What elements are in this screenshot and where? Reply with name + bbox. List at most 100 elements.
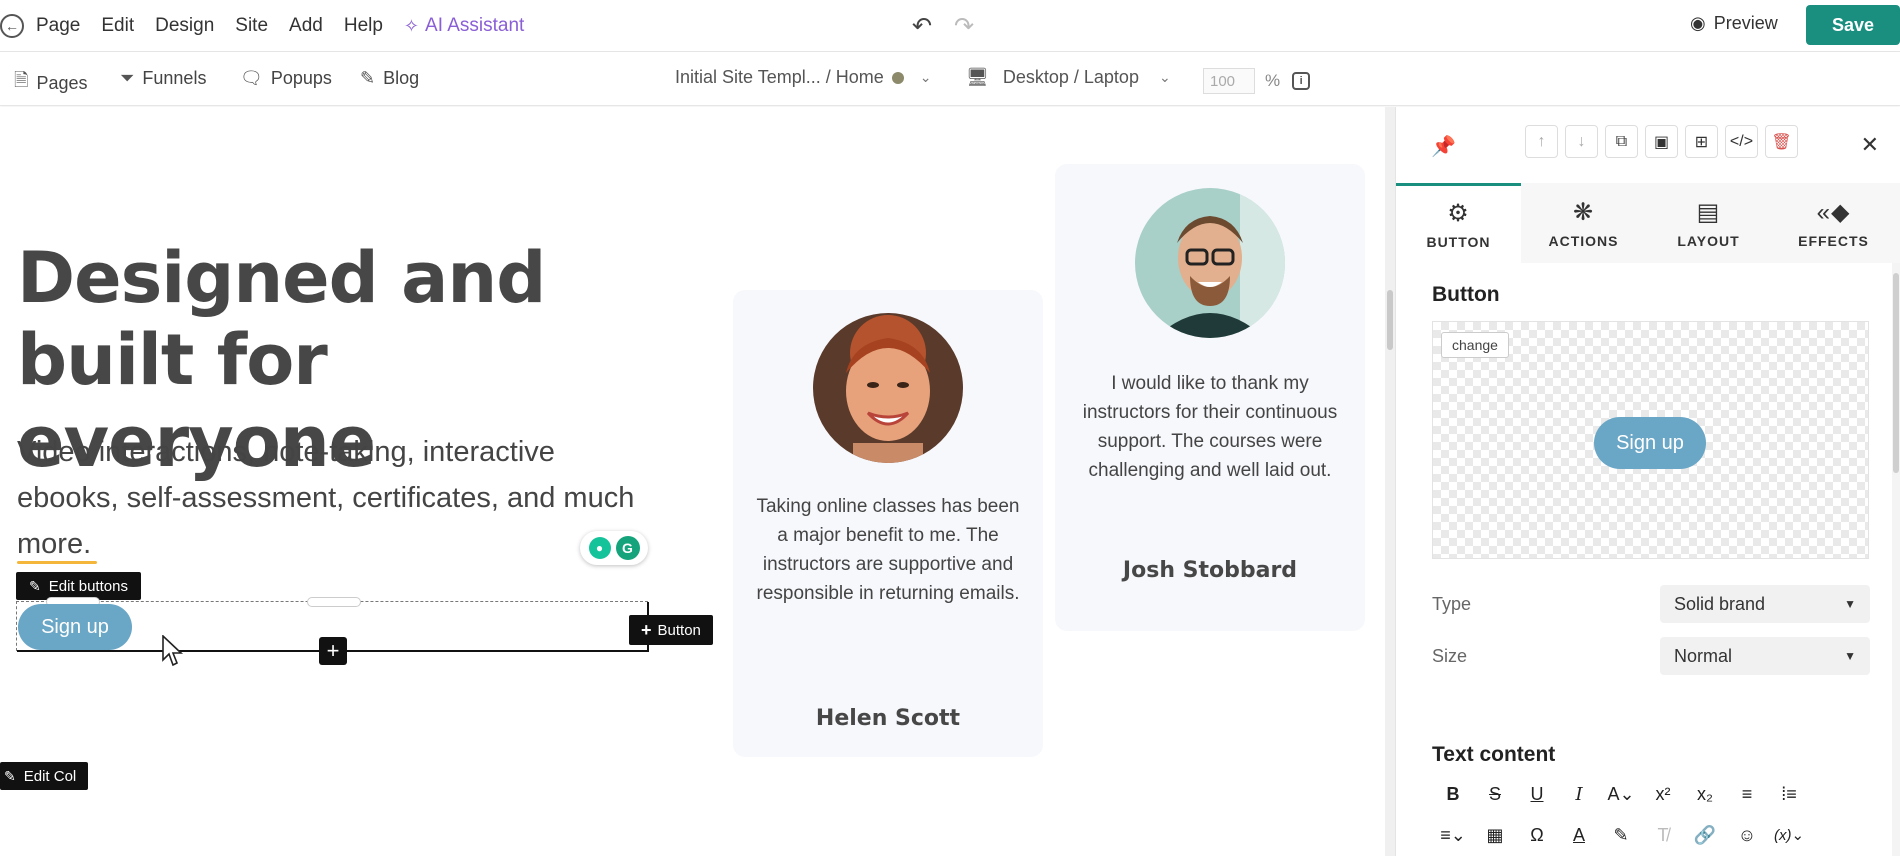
numbered-list-icon[interactable]: ⁞≡: [1768, 777, 1810, 811]
size-label: Size: [1432, 646, 1468, 666]
scrollbar-thumb[interactable]: [1387, 290, 1393, 350]
highlight-pen-icon[interactable]: ✎: [1600, 818, 1642, 852]
undo-icon[interactable]: ↶: [912, 12, 932, 41]
text-toolbar-row-1: B S U I A⌄ x² x₂ ≡ ⁞≡: [1432, 777, 1810, 811]
type-select[interactable]: Solid brand ▼: [1660, 585, 1870, 623]
font-size-icon[interactable]: A⌄: [1600, 777, 1642, 811]
link-icon[interactable]: 🔗: [1684, 818, 1726, 852]
tab-button[interactable]: ⚙ BUTTON: [1396, 183, 1521, 263]
variable-icon[interactable]: (x)⌄: [1768, 818, 1810, 852]
close-icon[interactable]: ✕: [1861, 132, 1879, 158]
add-copy-icon[interactable]: ⊞: [1685, 125, 1718, 158]
type-select-value: Solid brand: [1674, 593, 1766, 614]
pencil-icon: ✎: [4, 767, 16, 784]
trash-icon[interactable]: 🗑: [1765, 125, 1798, 158]
editor-canvas: Designed and built for everyone Video in…: [0, 107, 1395, 856]
table-icon[interactable]: ▦: [1474, 818, 1516, 852]
tab-layout[interactable]: ▤ LAYOUT: [1646, 183, 1771, 263]
panel-tabs: ⚙ BUTTON ❋ ACTIONS ▤ LAYOUT «◆ EFFECTS: [1396, 183, 1900, 263]
avatar: [1135, 188, 1285, 338]
site-page-selector[interactable]: Initial Site Templ... / Home ⌄: [675, 67, 931, 88]
hero-subtext[interactable]: Video interactions, note-taking, interac…: [17, 429, 637, 567]
main-menu: ← Page Edit Design Site Add Help ✧ AI As…: [0, 0, 524, 52]
bold-icon[interactable]: B: [1432, 777, 1474, 811]
section-title-button: Button: [1432, 283, 1500, 306]
tab-popups[interactable]: 🗨 Popups: [240, 68, 332, 89]
add-button-label: Button: [657, 621, 701, 639]
add-element-button[interactable]: +: [319, 637, 347, 665]
add-button-tag[interactable]: + Button: [629, 615, 713, 645]
section-title-text-content: Text content: [1432, 743, 1556, 766]
back-arrow-icon[interactable]: ←: [0, 14, 24, 38]
testimonial-quote: I would like to thank my instructors for…: [1082, 373, 1338, 481]
ai-assistant-button[interactable]: ✧ AI Assistant: [404, 15, 524, 37]
underline-icon[interactable]: U: [1516, 777, 1558, 811]
type-label: Type: [1432, 594, 1472, 614]
align-icon[interactable]: ≡⌄: [1432, 818, 1474, 852]
scrollbar-thumb[interactable]: [1893, 273, 1899, 473]
strikethrough-icon[interactable]: S: [1474, 777, 1516, 811]
size-select[interactable]: Normal ▼: [1660, 637, 1870, 675]
menu-site[interactable]: Site: [235, 15, 268, 37]
panel-scrollbar[interactable]: [1892, 263, 1900, 856]
emoji-icon[interactable]: ☺: [1726, 818, 1768, 852]
signup-button[interactable]: Sign up: [18, 604, 132, 650]
clear-format-icon[interactable]: T̸: [1642, 818, 1684, 852]
caret-down-icon: ▼: [1844, 649, 1856, 663]
grammarly-widget[interactable]: ● G: [580, 531, 648, 565]
plus-icon: +: [641, 619, 652, 640]
tab-pages[interactable]: 🗎 Pages: [14, 68, 88, 98]
tab-popups-label: Popups: [270, 68, 332, 88]
mouse-cursor-icon: [162, 635, 184, 667]
change-button[interactable]: change: [1441, 332, 1509, 358]
lightbulb-icon[interactable]: ●: [588, 537, 611, 559]
text-color-icon[interactable]: A: [1558, 818, 1600, 852]
tab-actions[interactable]: ❋ ACTIONS: [1521, 183, 1646, 263]
chevron-down-icon: ⌄: [1158, 69, 1171, 85]
bullet-list-icon[interactable]: ≡: [1726, 777, 1768, 811]
edit-buttons-tag[interactable]: ✎ Edit buttons: [16, 572, 141, 600]
info-icon[interactable]: i: [1292, 72, 1311, 90]
tab-effects[interactable]: «◆ EFFECTS: [1771, 183, 1896, 263]
save-button[interactable]: Save: [1806, 5, 1900, 45]
tab-layout-label: LAYOUT: [1677, 232, 1740, 249]
button-row-selection[interactable]: Sign up +: [16, 597, 649, 665]
button-preview: change Sign up: [1432, 321, 1869, 559]
zoom-unit: %: [1265, 71, 1281, 90]
document-icon: 🗎: [14, 70, 29, 90]
testimonial-card[interactable]: Taking online classes has been a major b…: [733, 290, 1043, 757]
status-dot: [891, 71, 904, 84]
funnel-icon: ⏷: [120, 68, 135, 88]
move-up-icon[interactable]: ↑: [1525, 125, 1558, 158]
top-menu-bar: ← Page Edit Design Site Add Help ✧ AI As…: [0, 0, 1900, 52]
menu-add[interactable]: Add: [289, 15, 323, 37]
preview-button[interactable]: ◉ Preview: [1690, 13, 1778, 34]
pin-icon[interactable]: 📌: [1431, 134, 1456, 159]
canvas-scrollbar[interactable]: [1385, 107, 1395, 856]
menu-page[interactable]: Page: [36, 15, 80, 37]
menu-design[interactable]: Design: [155, 15, 214, 37]
testimonial-card[interactable]: I would like to thank my instructors for…: [1055, 164, 1365, 631]
grammarly-icon[interactable]: G: [615, 536, 640, 560]
menu-edit[interactable]: Edit: [101, 15, 134, 37]
edit-column-tag[interactable]: ✎ Edit Col: [0, 762, 89, 790]
italic-icon[interactable]: I: [1558, 777, 1600, 811]
duplicate-icon[interactable]: ▣: [1645, 125, 1678, 158]
copy-icon[interactable]: ⧉: [1605, 125, 1638, 158]
omega-icon[interactable]: Ω: [1516, 818, 1558, 852]
menu-help[interactable]: Help: [344, 15, 383, 37]
redo-icon[interactable]: ↷: [954, 12, 974, 41]
subscript-icon[interactable]: x₂: [1684, 777, 1726, 811]
tab-blog-label: Blog: [383, 68, 420, 88]
layout-icon: ▤: [1696, 198, 1721, 226]
tab-funnels[interactable]: ⏷ Funnels: [120, 68, 206, 89]
superscript-icon[interactable]: x²: [1642, 777, 1684, 811]
edit-col-label: Edit Col: [23, 767, 77, 785]
tab-blog[interactable]: ✎ Blog: [360, 68, 419, 89]
move-down-icon[interactable]: ↓: [1565, 125, 1598, 158]
text-toolbar-row-2: ≡⌄ ▦ Ω A ✎ T̸ 🔗 ☺ (x)⌄: [1432, 818, 1810, 852]
device-selector[interactable]: 🖥 Desktop / Laptop ⌄: [966, 67, 1171, 88]
drag-handle[interactable]: [307, 597, 361, 607]
zoom-input[interactable]: [1203, 68, 1255, 94]
code-icon[interactable]: </>: [1725, 125, 1758, 158]
